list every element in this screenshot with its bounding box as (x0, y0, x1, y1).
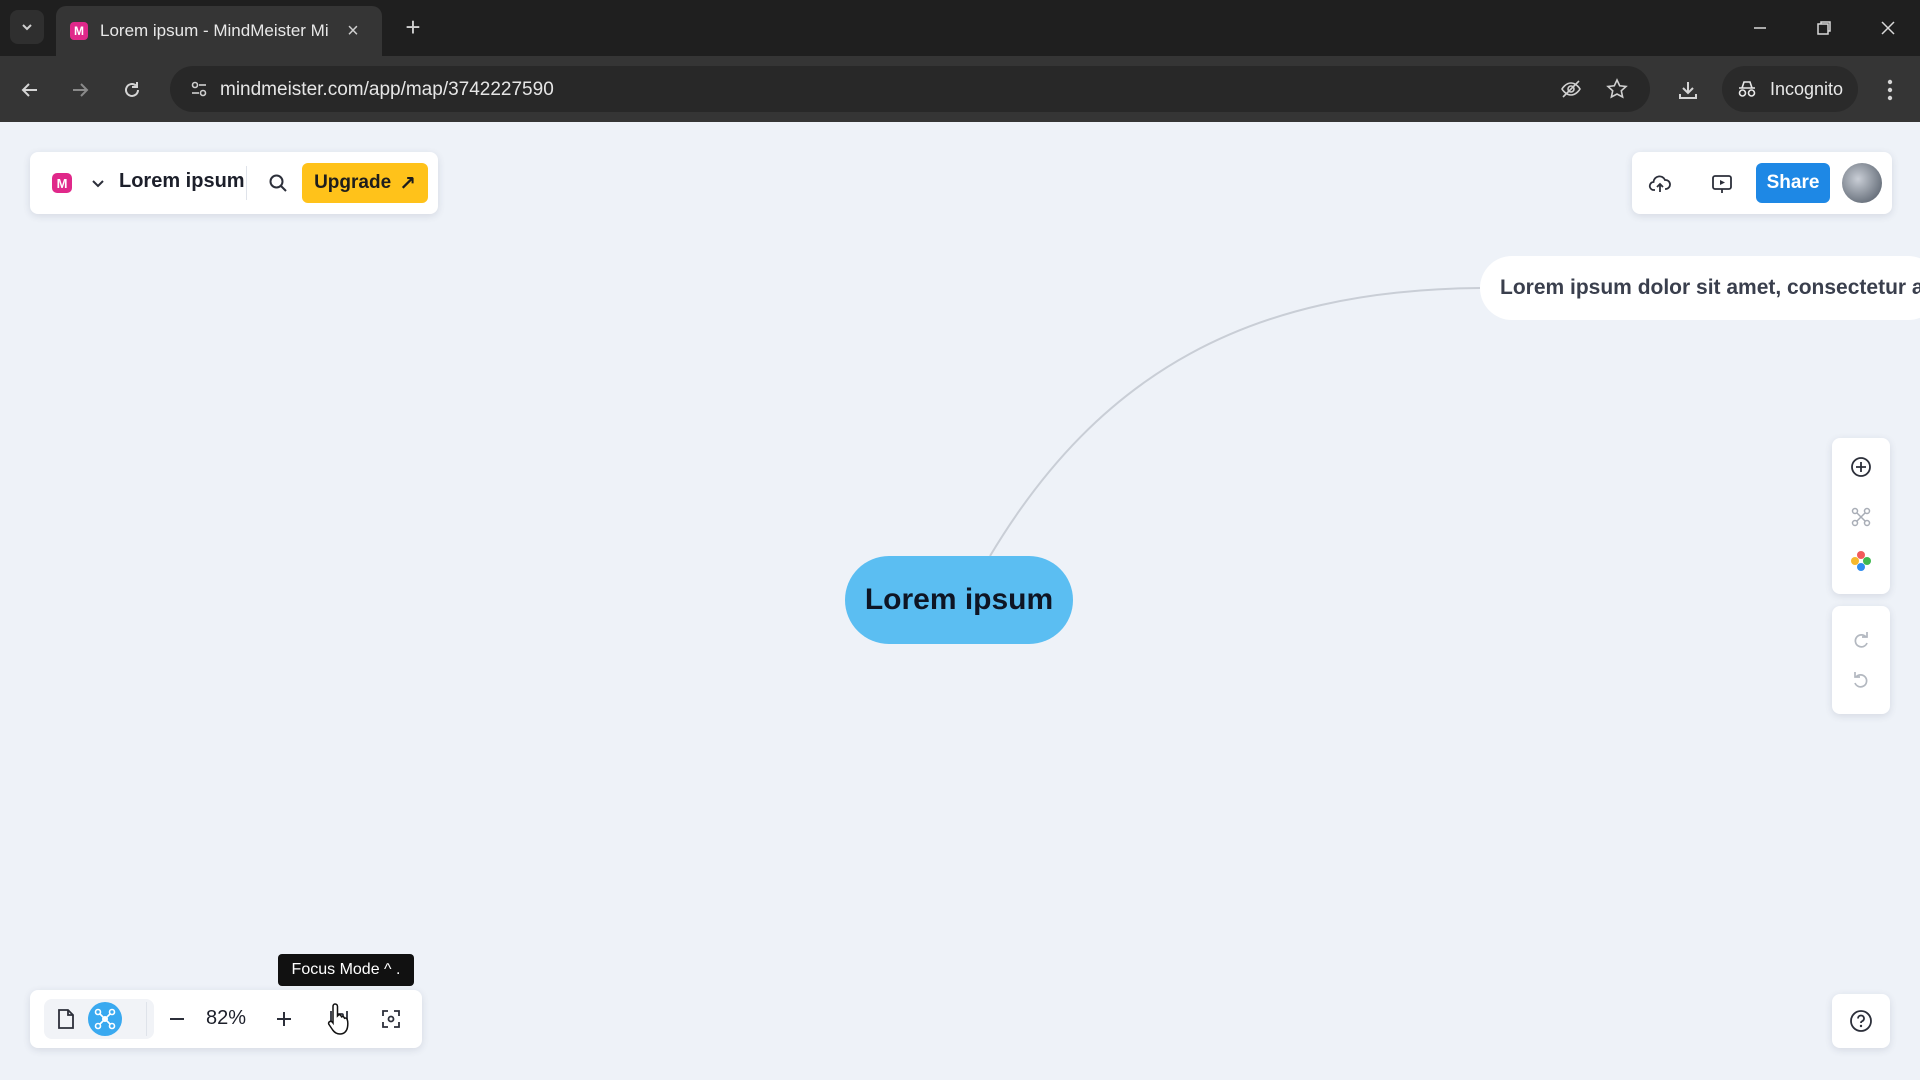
restore-icon (1817, 21, 1831, 35)
mindmeister-favicon-icon: M (70, 22, 88, 40)
style-button[interactable] (1846, 546, 1876, 576)
share-button[interactable]: Share (1756, 163, 1830, 203)
minimize-icon (1754, 27, 1766, 29)
eye-off-icon (1561, 80, 1581, 98)
search-icon (269, 174, 287, 192)
incognito-label: Incognito (1770, 78, 1844, 99)
bottom-toolbar: 82% (30, 990, 422, 1048)
hand-cursor-icon (327, 1003, 349, 1035)
browser-toolbar: mindmeister.com/app/map/3742227590 Incog… (0, 56, 1920, 122)
reload-icon (125, 82, 139, 97)
color-palette-icon (1851, 551, 1871, 571)
tab-list-button[interactable] (10, 10, 44, 44)
downloads-button[interactable] (1670, 72, 1706, 108)
focus-mode-tooltip: Focus Mode ^ . (278, 954, 414, 986)
plus-icon (277, 1012, 291, 1026)
back-button[interactable] (12, 72, 48, 108)
fit-screen-icon (382, 1010, 400, 1028)
help-button[interactable] (1832, 994, 1890, 1048)
right-toolbar (1832, 438, 1890, 714)
map-menu-button[interactable] (86, 171, 110, 195)
arrow-up-right-icon: ↗ (399, 172, 416, 195)
search-button[interactable] (263, 168, 293, 198)
url-text[interactable]: mindmeister.com/app/map/3742227590 (220, 79, 554, 101)
incognito-indicator[interactable]: Incognito (1722, 66, 1858, 112)
map-actions-bar: Share (1632, 152, 1892, 214)
mindmeister-logo-icon[interactable]: M (52, 173, 72, 193)
chevron-down-icon (22, 24, 32, 31)
new-tab-button[interactable]: + (396, 10, 430, 44)
divider (146, 1002, 147, 1036)
browser-menu-button[interactable] (1872, 72, 1908, 108)
presentation-button[interactable] (1706, 168, 1738, 200)
mind-map-view-button[interactable] (88, 1002, 122, 1036)
tab-close-icon[interactable]: × (342, 20, 364, 43)
chevron-down-icon (92, 180, 104, 188)
document-icon (58, 1009, 74, 1029)
tracking-protection-icon[interactable] (1556, 74, 1586, 104)
plus-circle-icon (1851, 457, 1871, 477)
more-vertical-icon (1887, 79, 1893, 101)
restore-button[interactable] (1792, 0, 1856, 56)
export-button[interactable] (1644, 168, 1676, 200)
upgrade-label: Upgrade (314, 172, 392, 193)
minus-icon (170, 1018, 184, 1020)
incognito-icon (1738, 81, 1756, 97)
root-topic-node[interactable]: Lorem ipsum (845, 556, 1073, 644)
cloud-upload-icon (1648, 175, 1671, 192)
avatar[interactable] (1842, 163, 1882, 203)
browser-tab-strip: M Lorem ipsum - MindMeister Mi × + (0, 0, 1920, 56)
map-header-bar: M Lorem ipsum Upgrade ↗ (30, 152, 438, 214)
site-info-button[interactable] (184, 74, 214, 104)
insert-tools-group (1832, 438, 1890, 594)
upgrade-button[interactable]: Upgrade ↗ (302, 163, 428, 203)
redo-icon (1854, 632, 1868, 648)
help-icon (1850, 1010, 1872, 1032)
close-icon (1881, 21, 1895, 35)
undo-button[interactable] (1846, 664, 1876, 694)
reload-button[interactable] (114, 72, 150, 108)
arrow-left-icon (21, 83, 37, 97)
browser-tab[interactable]: M Lorem ipsum - MindMeister Mi × (56, 6, 382, 56)
divider (246, 166, 247, 200)
add-topic-button[interactable] (1846, 452, 1876, 482)
forward-button[interactable] (62, 72, 98, 108)
bookmark-star-button[interactable] (1602, 74, 1632, 104)
star-icon (1606, 78, 1628, 99)
address-bar[interactable]: mindmeister.com/app/map/3742227590 (170, 66, 1650, 112)
presentation-icon (1712, 175, 1732, 193)
arrow-right-icon (73, 83, 89, 97)
map-title[interactable]: Lorem ipsum (119, 170, 245, 193)
minimize-button[interactable] (1728, 0, 1792, 56)
redo-button[interactable] (1846, 624, 1876, 654)
tab-title: Lorem ipsum - MindMeister Mi (100, 21, 328, 40)
close-window-button[interactable] (1856, 0, 1920, 56)
zoom-out-button[interactable] (162, 1004, 192, 1034)
connection-icon (1851, 507, 1871, 527)
mind-map-canvas[interactable]: Lorem ipsum dolor sit amet, consectetur … (0, 122, 1920, 1080)
zoom-in-button[interactable] (269, 1004, 299, 1034)
connect-button[interactable] (1846, 502, 1876, 532)
view-toggle (44, 999, 154, 1039)
download-icon (1679, 82, 1697, 99)
mind-map-icon (94, 1008, 116, 1030)
child-topic-node[interactable]: Lorem ipsum dolor sit amet, consectetur … (1480, 256, 1920, 320)
zoom-level[interactable]: 82% (206, 1007, 246, 1030)
tune-icon (191, 81, 207, 97)
undo-icon (1854, 672, 1868, 688)
outline-view-button[interactable] (52, 1005, 80, 1033)
history-tools-group (1832, 606, 1890, 714)
fit-to-screen-button[interactable] (376, 1004, 406, 1034)
